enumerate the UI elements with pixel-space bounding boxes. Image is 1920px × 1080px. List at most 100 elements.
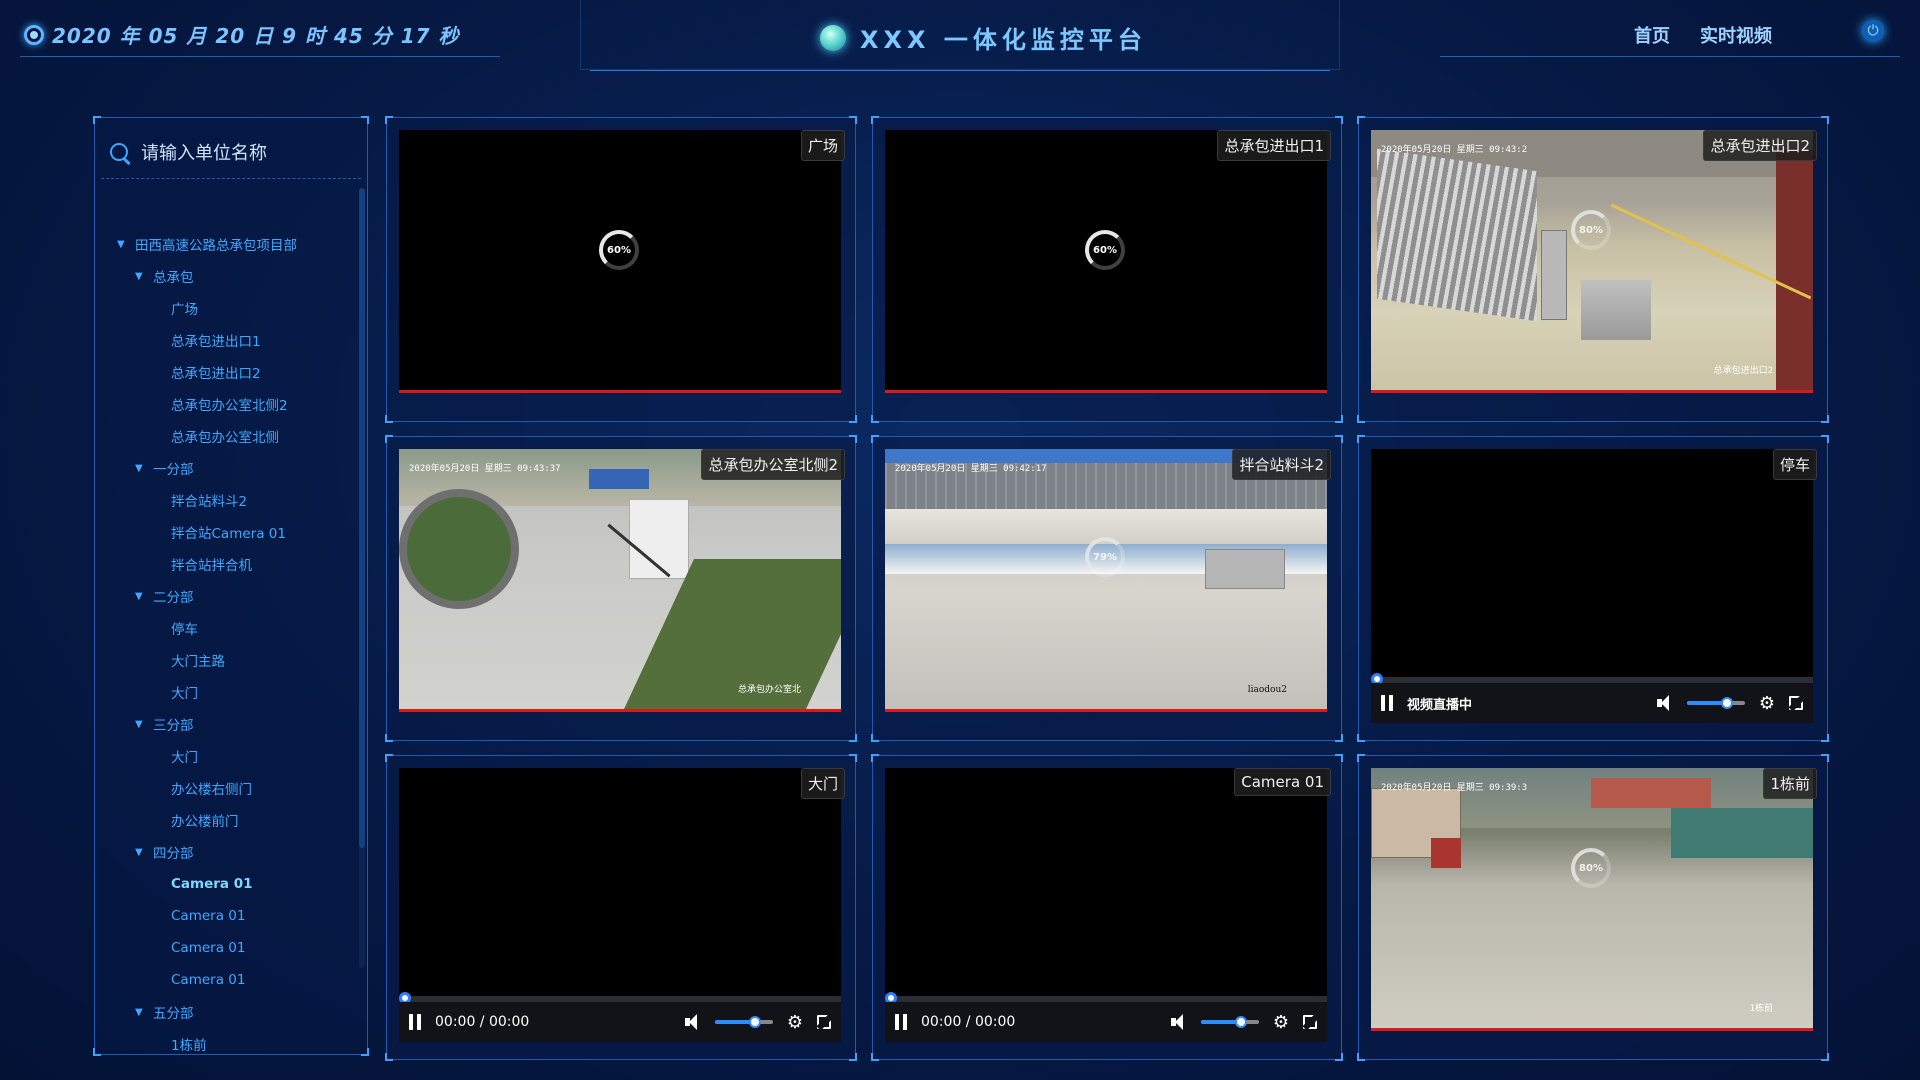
tree-leaf-camera[interactable]: 总承包办公室北侧2 (117, 388, 347, 420)
search-icon[interactable] (109, 142, 131, 164)
loading-spinner: 79% (1085, 537, 1125, 577)
gear-icon[interactable]: ⚙ (1273, 1012, 1289, 1033)
tree-leaf-camera[interactable]: 拌合站拌合机 (117, 548, 347, 580)
volume-slider[interactable] (714, 1016, 773, 1028)
tree-leaf-camera[interactable]: Camera 01 (117, 868, 347, 900)
stream-status-bar (399, 390, 841, 393)
search-divider (101, 178, 361, 179)
video-screen[interactable]: 2020年05月20日 星期三 09:39:3 1栋前 80% (1371, 768, 1813, 1028)
header-rule-left (20, 56, 500, 57)
tree-leaf-camera[interactable]: 办公楼前门 (117, 804, 347, 836)
tree-leaf-camera[interactable]: 广场 (117, 292, 347, 324)
tree-label: 办公楼前门 (171, 814, 239, 830)
video-cell[interactable]: 00:00 / 00:00 ⚙ Camera 01 (871, 754, 1343, 1061)
gear-icon[interactable]: ⚙ (1759, 693, 1775, 714)
stream-status-bar (399, 709, 841, 712)
tree-scroll-thumb[interactable] (359, 188, 365, 848)
video-screen[interactable]: 2020年05月20日 星期三 09:42:17 liaodou2 79% (885, 449, 1327, 709)
tree-node[interactable]: ▼ 二分部 (117, 580, 347, 612)
video-screen[interactable] (885, 768, 1327, 996)
caret-down-icon[interactable]: ▼ (135, 271, 153, 282)
video-cell[interactable]: 2020年05月20日 星期三 09:42:17 liaodou2 79% 拌合站料斗… (871, 435, 1343, 742)
fullscreen-icon[interactable] (1789, 696, 1803, 710)
tree-leaf-camera[interactable]: 总承包办公室北侧 (117, 420, 347, 452)
pause-icon[interactable] (1381, 695, 1393, 711)
pause-icon[interactable] (409, 1014, 421, 1030)
tree-label: 四分部 (153, 846, 194, 862)
tree-leaf-camera[interactable]: Camera 01 (117, 932, 347, 964)
app-title: XXX 一体化监控平台 (860, 26, 1147, 54)
caret-down-icon[interactable]: ▼ (135, 847, 153, 858)
scene-shape (399, 489, 519, 609)
tree-label: 大门主路 (171, 654, 225, 670)
tree-node[interactable]: ▼ 田西高速公路总承包项目部 (117, 228, 347, 260)
volume-knob[interactable] (749, 1016, 762, 1028)
video-screen[interactable]: 2020年05月20日 星期三 09:43:37 总承包办公室北 (399, 449, 841, 709)
tree-leaf-camera[interactable]: 拌合站Camera 01 (117, 516, 347, 548)
stream-status-bar (1371, 1028, 1813, 1031)
volume-slider[interactable] (1686, 697, 1745, 709)
tree-leaf-camera[interactable]: 停车 (117, 612, 347, 644)
osd-camera-name: liaodou2 (1247, 685, 1287, 695)
camera-label: 1栋前 (1763, 768, 1817, 799)
volume-icon[interactable] (684, 1014, 701, 1030)
video-cell[interactable]: 60% 广场 (385, 116, 857, 423)
nav-home[interactable]: 首页 (1634, 22, 1670, 48)
tree-leaf-camera[interactable]: Camera 01 (117, 964, 347, 996)
corner-decor (849, 415, 857, 423)
volume-icon[interactable] (1656, 695, 1673, 711)
tree-scrollbar[interactable] (359, 188, 365, 968)
tree-label: Camera 01 (171, 940, 246, 956)
search-input[interactable] (141, 142, 341, 164)
volume-knob[interactable] (1235, 1016, 1248, 1028)
volume-icon[interactable] (1170, 1014, 1187, 1030)
tree-leaf-camera[interactable]: 大门 (117, 676, 347, 708)
tree-leaf-camera[interactable]: 总承包进出口1 (117, 324, 347, 356)
tree-leaf-camera[interactable]: 总承包进出口2 (117, 356, 347, 388)
scene-shape (1581, 280, 1651, 340)
globe-icon (820, 24, 846, 51)
power-icon[interactable]: ⏻ (1862, 20, 1884, 42)
player-controls: 00:00 / 00:00 ⚙ (399, 1002, 841, 1042)
tree-node[interactable]: ▼ 总承包 (117, 260, 347, 292)
tree-label: Camera 01 (171, 876, 253, 892)
pause-icon[interactable] (895, 1014, 907, 1030)
video-cell[interactable]: 2020年05月20日 星期三 09:43:37 总承包办公室北 总承包办公室北侧2 (385, 435, 857, 742)
tree-node[interactable]: ▼ 四分部 (117, 836, 347, 868)
video-screen[interactable]: 2020年05月20日 星期三 09:43:2 总承包进出口2 80% (1371, 130, 1813, 390)
tree-label: 三分部 (153, 718, 194, 734)
video-screen[interactable]: 60% (885, 130, 1327, 390)
volume-knob[interactable] (1721, 697, 1734, 709)
caret-down-icon[interactable]: ▼ (117, 239, 135, 250)
video-screen[interactable] (399, 768, 841, 996)
tree-node[interactable]: ▼ 五分部 (117, 996, 347, 1028)
fullscreen-icon[interactable] (817, 1015, 831, 1029)
caret-down-icon[interactable]: ▼ (135, 1007, 153, 1018)
video-cell[interactable]: 2020年05月20日 星期三 09:43:2 总承包进出口2 80% 总承包进出口2 (1357, 116, 1829, 423)
video-cell[interactable]: 2020年05月20日 星期三 09:39:3 1栋前 80% 1栋前 (1357, 754, 1829, 1061)
tree-leaf-camera[interactable]: 1栋前 (117, 1028, 347, 1054)
tree-node[interactable]: ▼ 一分部 (117, 452, 347, 484)
caret-down-icon[interactable]: ▼ (135, 719, 153, 730)
caret-down-icon[interactable]: ▼ (135, 591, 153, 602)
nav-live-video[interactable]: 实时视频 (1700, 22, 1772, 48)
tree-leaf-camera[interactable]: Camera 01 (117, 900, 347, 932)
corner-decor (1335, 734, 1343, 742)
tree-leaf-camera[interactable]: 办公楼右侧门 (117, 772, 347, 804)
tree-leaf-camera[interactable]: 大门 (117, 740, 347, 772)
video-cell[interactable]: 00:00 / 00:00 ⚙ 大门 (385, 754, 857, 1061)
camera-label: 总承包进出口1 (1217, 130, 1331, 161)
video-screen[interactable] (1371, 449, 1813, 677)
live-status: 视频直播中 (1407, 697, 1473, 713)
video-cell[interactable]: 60% 总承包进出口1 (871, 116, 1343, 423)
tree-leaf-camera[interactable]: 大门主路 (117, 644, 347, 676)
fullscreen-icon[interactable] (1303, 1015, 1317, 1029)
corner-decor (1821, 734, 1829, 742)
caret-down-icon[interactable]: ▼ (135, 463, 153, 474)
volume-slider[interactable] (1200, 1016, 1259, 1028)
video-cell[interactable]: 视频直播中 ⚙ 停车 (1357, 435, 1829, 742)
video-screen[interactable]: 60% (399, 130, 841, 390)
tree-node[interactable]: ▼ 三分部 (117, 708, 347, 740)
tree-leaf-camera[interactable]: 拌合站料斗2 (117, 484, 347, 516)
gear-icon[interactable]: ⚙ (787, 1012, 803, 1033)
